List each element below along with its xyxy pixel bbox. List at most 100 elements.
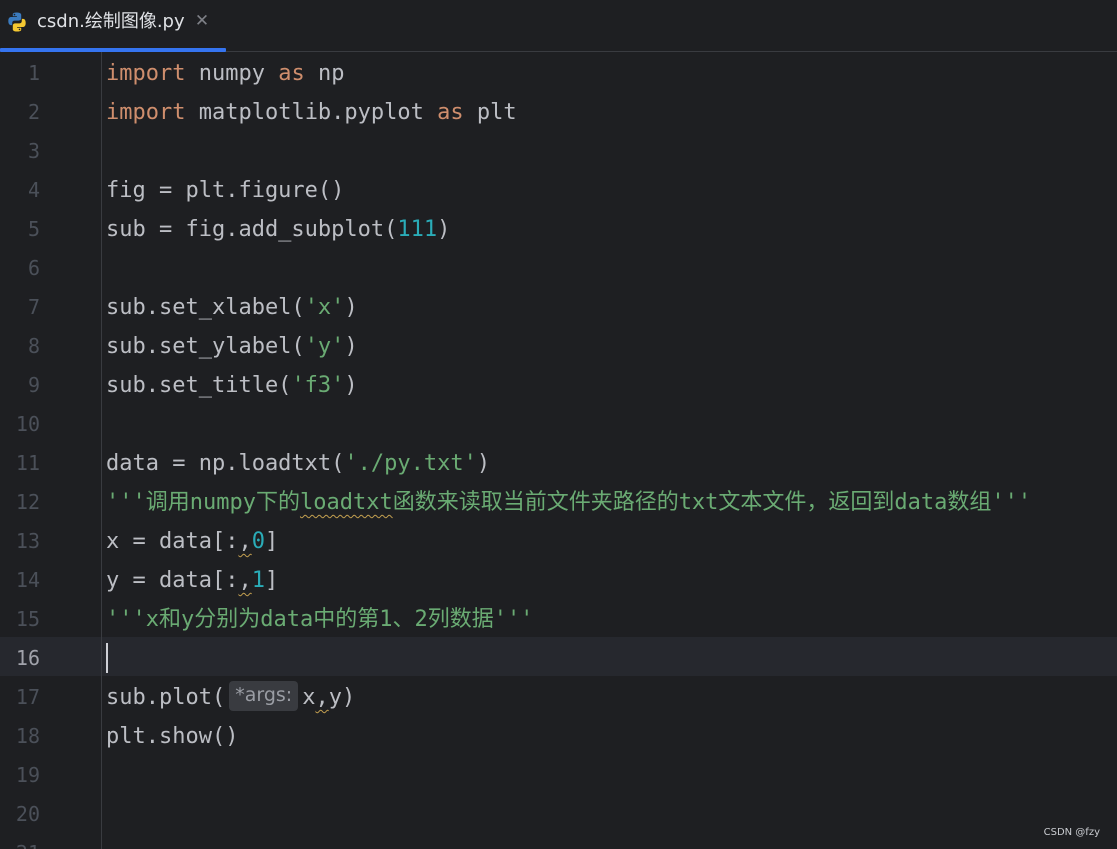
line-number[interactable]: 12: [0, 483, 40, 522]
code-line[interactable]: 18 plt.show(): [0, 717, 1117, 756]
code-text[interactable]: fig = plt.figure(): [106, 171, 344, 210]
code-token: '''x和y分别为data中的第1、2列数据''': [106, 607, 534, 632]
line-number[interactable]: 15: [0, 600, 40, 639]
code-token: 'y': [304, 334, 345, 359]
code-token: sub.set_ylabel(: [106, 334, 305, 359]
code-token: import: [106, 100, 186, 125]
code-token: ,: [315, 685, 329, 710]
line-number[interactable]: 10: [0, 405, 40, 444]
code-token: ): [344, 373, 358, 398]
line-number[interactable]: 17: [0, 678, 40, 717]
code-token: 'x': [304, 295, 345, 320]
code-line[interactable]: 21: [0, 834, 1117, 849]
file-tab[interactable]: csdn.绘制图像.py ✕: [0, 0, 226, 52]
code-text[interactable]: '''调用numpy下的loadtxt函数来读取当前文件夹路径的txt文本文件，…: [106, 483, 1031, 522]
code-line[interactable]: 15 '''x和y分别为data中的第1、2列数据''': [0, 600, 1117, 639]
code-token: x = data[:: [106, 529, 239, 554]
code-token: loadtxt: [299, 490, 393, 515]
code-token: 111: [397, 217, 438, 242]
code-line[interactable]: 11 data = np.loadtxt('./py.txt'): [0, 444, 1117, 483]
python-icon: [8, 12, 26, 32]
close-icon[interactable]: ✕: [192, 9, 212, 33]
code-line[interactable]: 14 y = data[:,1]: [0, 561, 1117, 600]
code-text[interactable]: sub.plot(*args: x,y): [106, 678, 355, 717]
line-number[interactable]: 11: [0, 444, 40, 483]
code-text[interactable]: data = np.loadtxt('./py.txt'): [106, 444, 490, 483]
line-number[interactable]: 1: [0, 54, 40, 93]
code-token: ]: [264, 568, 279, 593]
code-token: fig = plt.figure(): [106, 178, 345, 203]
code-token: sub = fig.add_subplot(: [106, 217, 398, 242]
code-token: plt: [463, 100, 517, 125]
line-number[interactable]: 8: [0, 327, 40, 366]
code-line[interactable]: 6: [0, 249, 1117, 288]
code-token: '''调用numpy下的: [106, 490, 300, 515]
watermark: CSDN @fzy: [1043, 827, 1100, 838]
code-line[interactable]: 13 x = data[:,0]: [0, 522, 1117, 561]
code-token: sub.plot(: [106, 685, 226, 710]
code-line[interactable]: 9 sub.set_title('f3'): [0, 366, 1117, 405]
line-number[interactable]: 5: [0, 210, 40, 249]
code-text[interactable]: '''x和y分别为data中的第1、2列数据''': [106, 600, 533, 639]
code-token: ): [344, 295, 358, 320]
code-token: 0: [251, 529, 265, 554]
code-token: ,: [238, 568, 252, 593]
code-line[interactable]: 8 sub.set_ylabel('y'): [0, 327, 1117, 366]
line-number[interactable]: 18: [0, 717, 40, 756]
code-line[interactable]: 20: [0, 795, 1117, 834]
code-token: sub.set_xlabel(: [106, 295, 305, 320]
code-line[interactable]: 5 sub = fig.add_subplot(111): [0, 210, 1117, 249]
line-number[interactable]: 21: [0, 834, 40, 849]
line-number[interactable]: 7: [0, 288, 40, 327]
code-token: y): [328, 685, 356, 710]
code-text[interactable]: plt.show(): [106, 717, 238, 756]
line-number[interactable]: 3: [0, 132, 40, 171]
line-number[interactable]: 9: [0, 366, 40, 405]
text-caret: [106, 642, 108, 673]
code-line[interactable]: 2 import matplotlib.pyplot as plt: [0, 93, 1117, 132]
code-line[interactable]: 7 sub.set_xlabel('x'): [0, 288, 1117, 327]
code-text[interactable]: import matplotlib.pyplot as plt: [106, 93, 517, 132]
line-number[interactable]: 19: [0, 756, 40, 795]
code-text[interactable]: sub = fig.add_subplot(111): [106, 210, 450, 249]
code-text[interactable]: sub.set_ylabel('y'): [106, 327, 358, 366]
line-number[interactable]: 13: [0, 522, 40, 561]
editor-tab-bar: csdn.绘制图像.py ✕: [0, 0, 1117, 52]
line-number[interactable]: 16: [0, 639, 40, 678]
code-token: np: [304, 61, 345, 86]
code-line[interactable]: 16: [0, 639, 1117, 678]
code-text[interactable]: y = data[:,1]: [106, 561, 278, 600]
code-text[interactable]: import numpy as np: [106, 54, 344, 93]
code-text[interactable]: x = data[:,0]: [106, 522, 278, 561]
code-text[interactable]: sub.set_title('f3'): [106, 366, 358, 405]
line-number[interactable]: 4: [0, 171, 40, 210]
code-line[interactable]: 10: [0, 405, 1117, 444]
code-token: ): [476, 451, 491, 476]
code-token: sub.set_title(: [106, 373, 292, 398]
code-line[interactable]: 1 import numpy as np: [0, 54, 1117, 93]
code-token: 函数来读取当前文件夹路径的txt文本文件，返回到data数组''': [392, 490, 1032, 515]
code-line[interactable]: 17 sub.plot(*args: x,y): [0, 678, 1117, 717]
code-token: 'f3': [291, 373, 345, 398]
parameter-hint: *args:: [229, 681, 299, 711]
code-token: ,: [238, 529, 252, 554]
code-text[interactable]: sub.set_xlabel('x'): [106, 288, 358, 327]
line-number[interactable]: 6: [0, 249, 40, 288]
code-token: y = data[:: [106, 568, 239, 593]
code-token: import: [106, 61, 186, 86]
line-number[interactable]: 20: [0, 795, 40, 834]
code-line[interactable]: 12 '''调用numpy下的loadtxt函数来读取当前文件夹路径的txt文本文…: [0, 483, 1117, 522]
tab-title: csdn.绘制图像.py: [37, 11, 185, 32]
code-token: data = np.loadtxt(: [106, 451, 345, 476]
code-token: matplotlib.pyplot: [185, 100, 438, 125]
code-token: ): [437, 217, 451, 242]
code-token: as: [278, 61, 305, 86]
code-text[interactable]: [106, 639, 108, 678]
code-editor[interactable]: 1 import numpy as np 2 import matplotlib.py…: [0, 52, 1117, 849]
code-line[interactable]: 19: [0, 756, 1117, 795]
code-line[interactable]: 4 fig = plt.figure(): [0, 171, 1117, 210]
line-number[interactable]: 14: [0, 561, 40, 600]
line-number[interactable]: 2: [0, 93, 40, 132]
code-line[interactable]: 3: [0, 132, 1117, 171]
code-token: numpy: [185, 61, 279, 86]
